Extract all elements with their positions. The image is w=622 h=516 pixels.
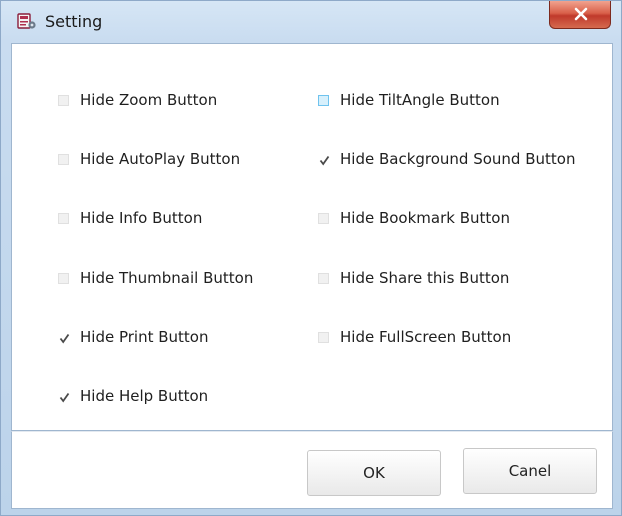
option-hide-thumbnail-button[interactable]: Hide Thumbnail Button (58, 268, 253, 288)
option-label: Hide Share this Button (340, 269, 510, 287)
title-bar[interactable]: Setting (1, 1, 621, 43)
window-title: Setting (45, 12, 103, 31)
option-hide-info-button[interactable]: Hide Info Button (58, 208, 202, 228)
close-button[interactable] (549, 1, 611, 29)
app-icon (17, 12, 37, 30)
option-hide-print-button[interactable]: Hide Print Button (58, 327, 208, 347)
checkbox-hide-background-sound[interactable] (318, 154, 330, 166)
checkbox-hide-tiltangle[interactable] (318, 94, 329, 106)
option-label: Hide Thumbnail Button (80, 269, 254, 287)
checkbox-hide-print[interactable] (58, 332, 70, 344)
option-hide-background-sound-button[interactable]: Hide Background Sound Button (318, 149, 575, 169)
option-hide-tiltangle-button[interactable]: Hide TiltAngle Button (318, 90, 500, 110)
close-x-icon (574, 7, 588, 21)
checkmark-icon (319, 155, 330, 166)
option-label: Hide AutoPlay Button (80, 150, 241, 168)
option-label: Hide Print Button (80, 328, 209, 346)
checkbox-hide-bookmark[interactable] (318, 212, 329, 224)
checkbox-hide-thumbnail[interactable] (58, 272, 69, 284)
settings-dialog: Setting Hide Zoom Button Hide AutoPlay B… (0, 0, 622, 516)
option-hide-help-button[interactable]: Hide Help Button (58, 386, 208, 406)
ok-button[interactable]: OK (307, 450, 441, 496)
dialog-footer: OK Canel (11, 431, 613, 509)
option-hide-fullscreen-button[interactable]: Hide FullScreen Button (318, 327, 511, 347)
checkbox-hide-share-this[interactable] (318, 272, 329, 284)
option-hide-autoplay-button[interactable]: Hide AutoPlay Button (58, 149, 240, 169)
option-label: Hide Background Sound Button (340, 150, 576, 168)
checkbox-hide-fullscreen[interactable] (318, 331, 329, 343)
option-label: Hide Help Button (80, 387, 209, 405)
checkbox-hide-zoom[interactable] (58, 94, 69, 106)
checkbox-hide-help[interactable] (58, 391, 70, 403)
checkmark-icon (59, 333, 70, 344)
option-label: Hide Info Button (80, 209, 203, 227)
checkbox-hide-autoplay[interactable] (58, 153, 69, 165)
cancel-button[interactable]: Canel (463, 448, 597, 494)
option-hide-bookmark-button[interactable]: Hide Bookmark Button (318, 208, 510, 228)
option-label: Hide Zoom Button (80, 91, 218, 109)
options-panel: Hide Zoom Button Hide AutoPlay Button Hi… (11, 43, 613, 431)
checkbox-hide-info[interactable] (58, 212, 69, 224)
option-label: Hide TiltAngle Button (340, 91, 500, 109)
option-hide-zoom-button[interactable]: Hide Zoom Button (58, 90, 217, 110)
option-label: Hide FullScreen Button (340, 328, 512, 346)
checkmark-icon (59, 392, 70, 403)
option-hide-share-this-button[interactable]: Hide Share this Button (318, 268, 509, 288)
option-label: Hide Bookmark Button (340, 209, 510, 227)
